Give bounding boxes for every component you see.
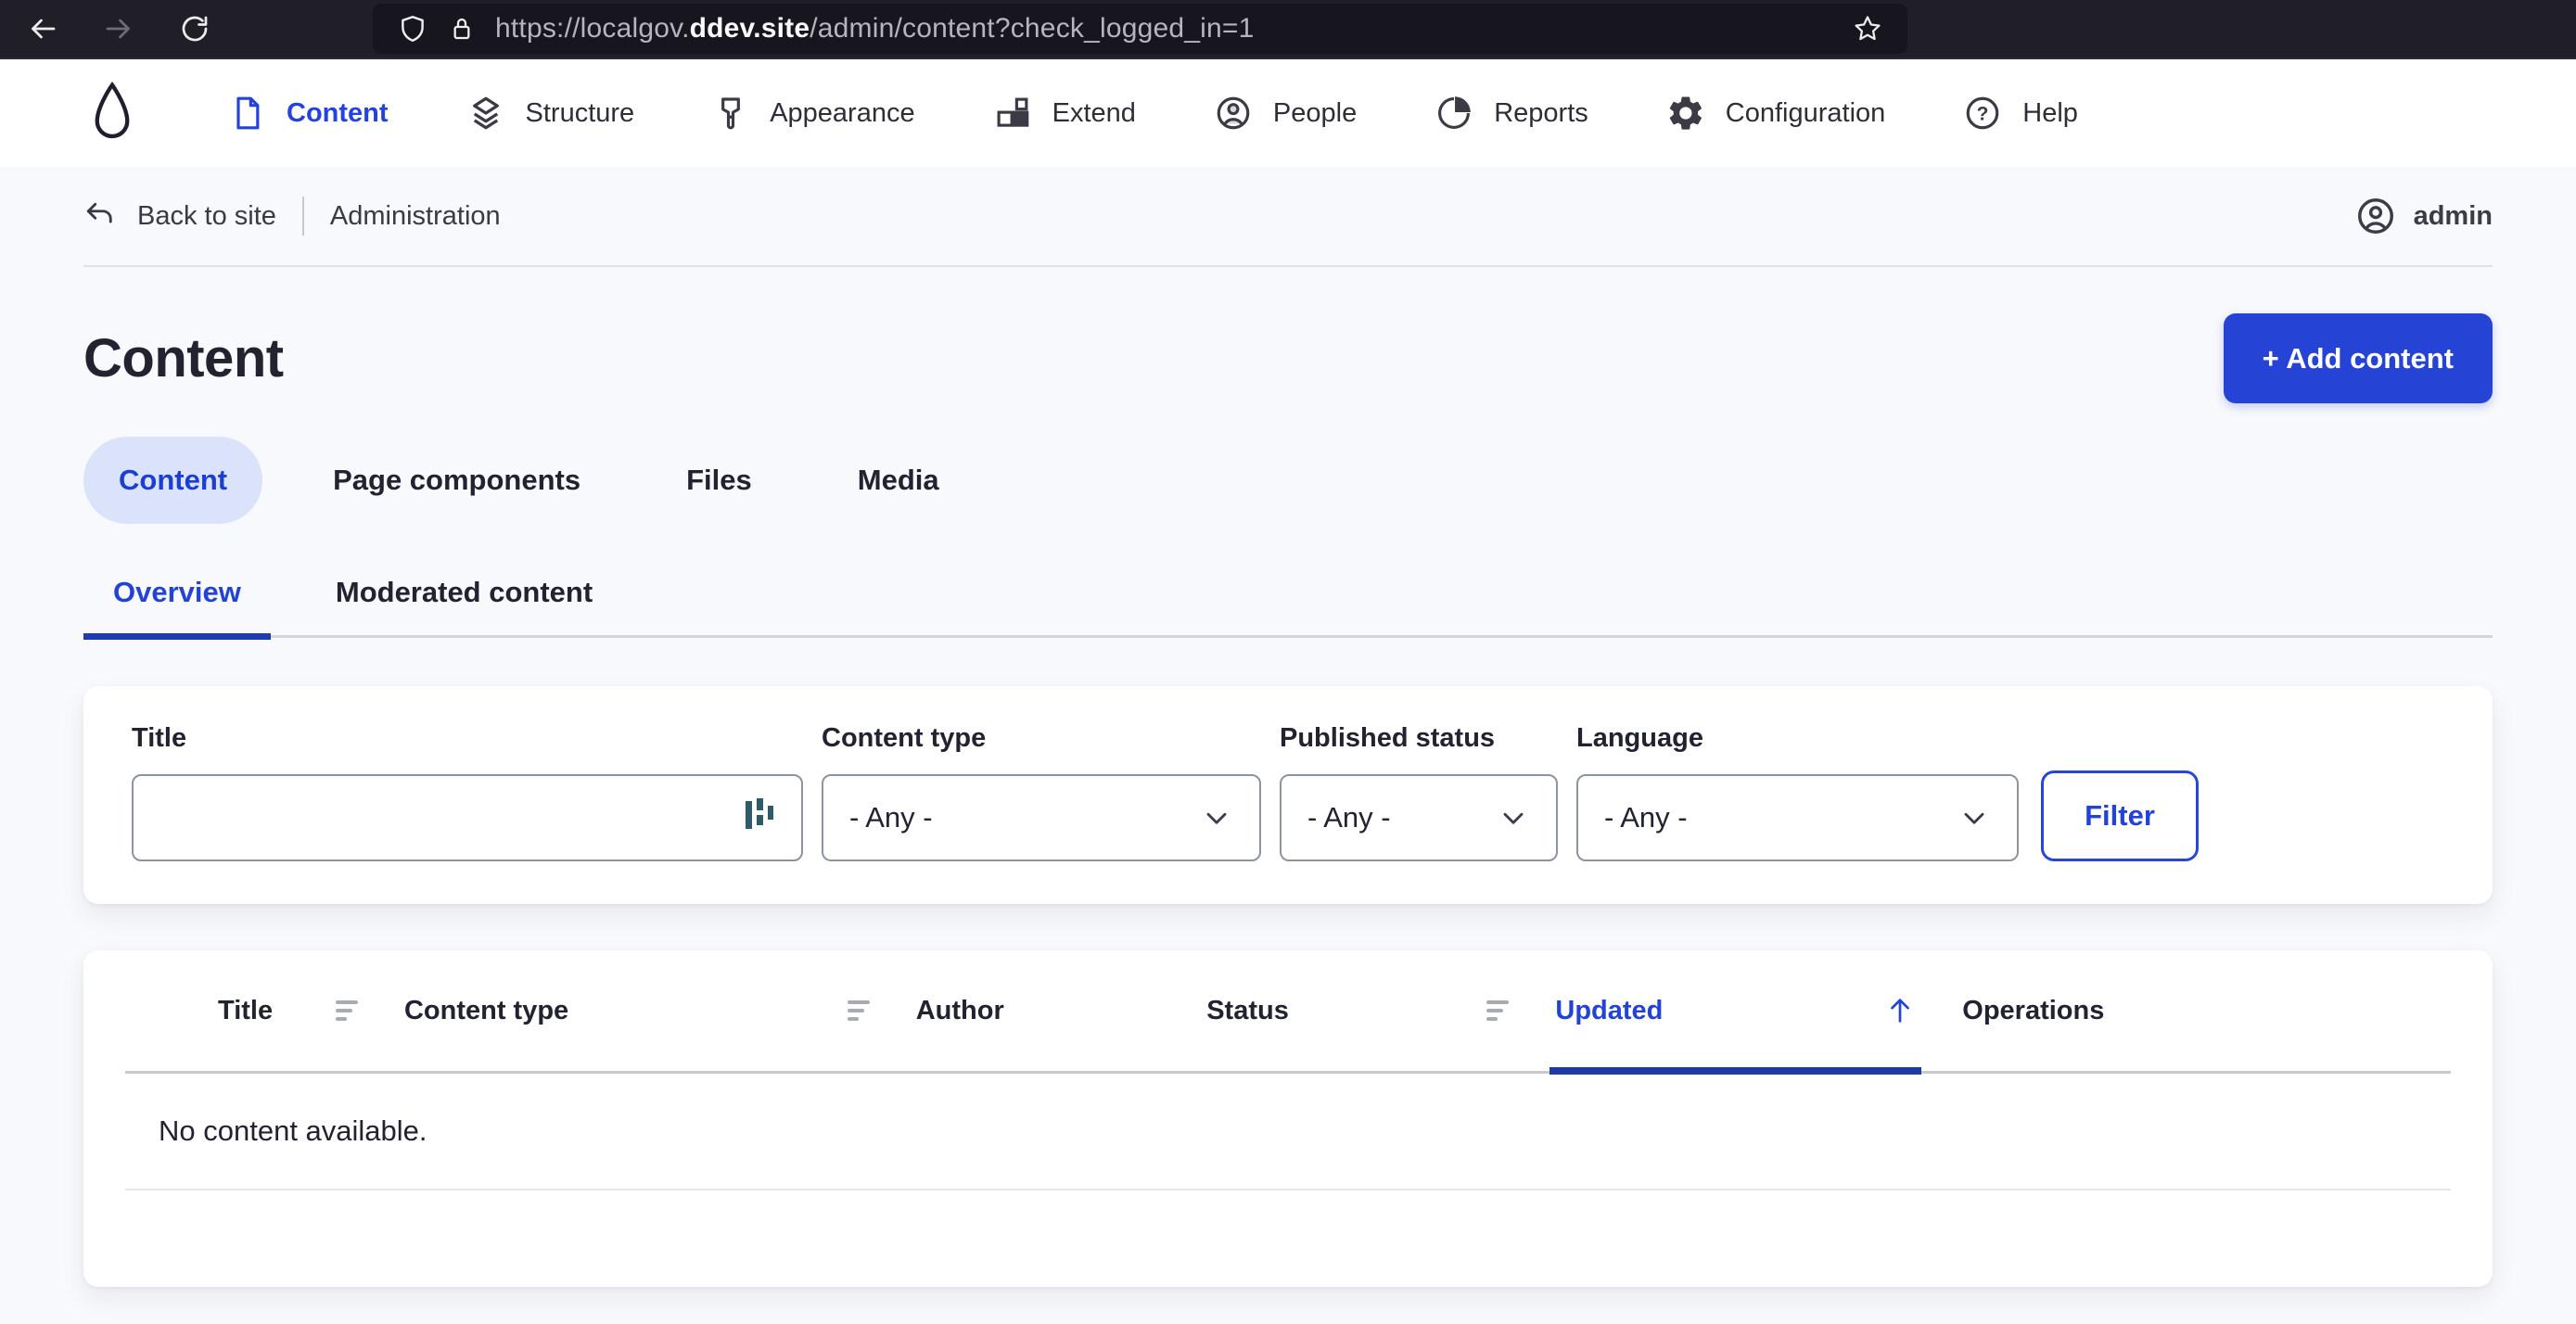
title-filter-input-wrap <box>132 774 803 861</box>
sort-ascending-arrow-icon <box>1891 999 1910 1023</box>
content-type-selected-value: - Any - <box>849 801 933 834</box>
extend-modules-icon <box>997 97 1028 127</box>
reload-icon <box>182 16 208 42</box>
browser-chrome: https://localgov.ddev.site/admin/content… <box>0 0 2576 59</box>
content-table: Title Content type Author Status Updated <box>125 950 2451 1190</box>
column-header-operations: Operations <box>1962 950 2451 1074</box>
structure-layers-icon <box>472 96 499 130</box>
title-filter-input[interactable] <box>159 800 746 835</box>
back-to-site-link[interactable]: Back to site <box>83 199 276 233</box>
back-arrow-icon <box>32 19 56 39</box>
https-lock-icon[interactable] <box>447 13 477 45</box>
toolbar-item-reports[interactable]: Reports <box>1435 94 1588 133</box>
tab-media[interactable]: Media <box>823 437 975 524</box>
url-bar[interactable]: https://localgov.ddev.site/admin/content… <box>373 4 1907 54</box>
toolbar-item-label: Content <box>287 97 389 128</box>
add-content-button[interactable]: + Add content <box>2223 313 2493 403</box>
secondary-tabs: Overview Moderated content <box>83 576 2493 640</box>
filter-panel: Title Content type - Any - Published sta… <box>83 686 2493 904</box>
admin-toolbar: Content Structure Appearance Extend Peop… <box>0 59 2576 167</box>
appearance-paintbrush-icon <box>721 97 741 130</box>
toolbar-item-label: Structure <box>525 97 635 128</box>
configuration-gear-icon <box>1669 96 1702 130</box>
column-header-content-type[interactable]: Content type <box>403 950 916 1074</box>
people-user-icon <box>1217 96 1250 130</box>
column-header-updated[interactable]: Updated <box>1549 950 1963 1075</box>
published-status-filter-label: Published status <box>1280 723 1496 753</box>
toolbar-item-label: People <box>1272 97 1358 128</box>
drupal-logo[interactable] <box>88 80 136 146</box>
column-header-title[interactable]: Title <box>125 950 404 1074</box>
tab-files[interactable]: Files <box>651 437 787 524</box>
tab-overview[interactable]: Overview <box>83 576 271 640</box>
reports-piechart-icon <box>1438 96 1472 129</box>
help-question-icon: ? <box>1966 96 1999 130</box>
tab-moderated-content[interactable]: Moderated content <box>306 576 622 635</box>
browser-forward-button[interactable] <box>98 8 139 49</box>
toolbar-item-structure[interactable]: Structure <box>466 94 635 133</box>
user-menu[interactable]: admin <box>2354 195 2493 237</box>
toolbar-item-label: Extend <box>1052 97 1136 128</box>
main-content: Content + Add content Content Page compo… <box>0 313 2576 1287</box>
language-select[interactable]: - Any - <box>1576 774 2019 861</box>
tracking-shield-icon[interactable] <box>397 13 428 45</box>
toolbar-item-content[interactable]: Content <box>229 95 389 132</box>
column-header-author: Author <box>915 950 1207 1074</box>
published-status-selected-value: - Any - <box>1307 801 1391 834</box>
breadcrumb: Back to site Administration admin <box>83 167 2493 267</box>
password-manager-icon[interactable] <box>746 798 775 837</box>
content-type-select[interactable]: - Any - <box>822 774 1261 861</box>
return-arrow-icon <box>86 202 112 223</box>
url-text: https://localgov.ddev.site/admin/content… <box>495 13 1255 44</box>
browser-reload-button[interactable] <box>174 8 215 49</box>
language-selected-value: - Any - <box>1604 801 1688 834</box>
page-title: Content <box>83 328 284 388</box>
bookmark-star-icon[interactable] <box>1852 13 1883 45</box>
toolbar-item-configuration[interactable]: Configuration <box>1666 94 1886 133</box>
drupal-droplet-icon <box>95 81 130 139</box>
toolbar-item-label: Appearance <box>770 97 915 128</box>
toolbar-item-label: Help <box>2022 97 2078 128</box>
primary-tabs: Content Page components Files Media <box>83 437 2493 524</box>
breadcrumb-divider <box>301 197 304 236</box>
column-header-status[interactable]: Status <box>1206 950 1556 1074</box>
chevron-down-icon <box>1964 812 1984 824</box>
svg-text:?: ? <box>1977 103 1989 124</box>
back-to-site-label: Back to site <box>137 200 276 231</box>
empty-row: No content available. <box>125 1072 2451 1190</box>
language-filter-label: Language <box>1576 723 1703 753</box>
administration-crumb[interactable]: Administration <box>330 201 501 232</box>
forward-arrow-icon <box>106 19 130 39</box>
chevron-down-icon <box>1503 812 1524 824</box>
toolbar-item-people[interactable]: People <box>1214 94 1357 133</box>
toolbar-item-appearance[interactable]: Appearance <box>712 95 915 132</box>
content-file-icon <box>236 96 260 130</box>
content-type-filter-label: Content type <box>822 723 987 753</box>
filter-button[interactable]: Filter <box>2041 770 2199 861</box>
toolbar-item-extend[interactable]: Extend <box>993 94 1136 133</box>
tab-content[interactable]: Content <box>83 437 263 524</box>
screen: https://localgov.ddev.site/admin/content… <box>0 0 2576 1324</box>
content-table-panel: Title Content type Author Status Updated <box>83 950 2493 1287</box>
sort-icon <box>335 1000 358 1021</box>
browser-back-button[interactable] <box>22 8 63 49</box>
empty-message: No content available. <box>125 1072 2451 1190</box>
toolbar-item-label: Reports <box>1494 97 1588 128</box>
chevron-down-icon <box>1206 812 1227 824</box>
published-status-select[interactable]: - Any - <box>1280 774 1558 861</box>
sort-icon <box>1486 1000 1510 1021</box>
toolbar-item-help[interactable]: ? Help <box>1963 94 2078 133</box>
title-filter-label: Title <box>132 723 187 753</box>
toolbar-item-label: Configuration <box>1725 97 1886 128</box>
username: admin <box>2413 200 2493 231</box>
tab-page-components[interactable]: Page components <box>298 437 616 524</box>
sort-icon <box>847 1000 870 1021</box>
user-avatar-icon <box>2357 198 2393 234</box>
